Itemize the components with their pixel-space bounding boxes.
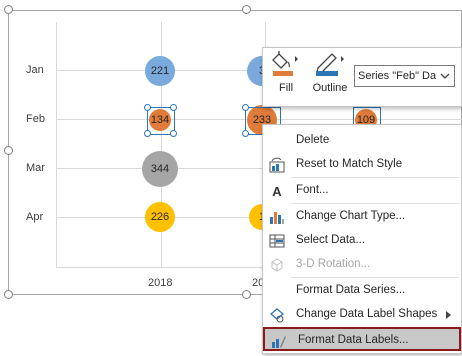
chart-element-select-value: Series "Feb" Da: [358, 70, 437, 82]
selection-handle[interactable]: [170, 104, 177, 111]
menu-item-reset-style[interactable]: Reset to Match Style: [263, 153, 461, 177]
chart-resize-handle[interactable]: [4, 290, 13, 299]
menu-item-3d-rotation: 3-D Rotation...: [263, 253, 461, 277]
y-axis-label: Jan: [26, 64, 44, 76]
chart-element-select[interactable]: Series "Feb" Da: [354, 65, 455, 87]
chart-type-icon: [269, 209, 285, 225]
pen-outline-icon: [316, 53, 344, 76]
menu-item-label: Select Data...: [296, 234, 366, 246]
outline-button[interactable]: Outline: [309, 50, 351, 102]
menu-item-label: Change Chart Type...: [296, 210, 406, 222]
selection-handle[interactable]: [170, 130, 177, 137]
x-axis-label: 2018: [148, 277, 173, 289]
menu-item-label: Reset to Match Style: [296, 158, 403, 170]
menu-item-label: Font...: [296, 184, 329, 196]
menu-item-label: Format Data Series...: [296, 284, 406, 296]
font-icon: A: [272, 183, 282, 199]
menu-separator: [291, 203, 459, 204]
menu-item-font[interactable]: A Font...: [263, 179, 461, 203]
menu-item-select-data[interactable]: Select Data...: [263, 229, 461, 253]
reset-style-icon: [269, 157, 285, 173]
menu-item-label: Format Data Labels...: [298, 334, 409, 346]
chart-resize-handle[interactable]: [242, 5, 251, 14]
bubble[interactable]: 226: [145, 202, 175, 232]
menu-item-label: Change Data Label Shapes: [296, 308, 438, 320]
chart-resize-handle[interactable]: [242, 290, 251, 299]
selection-handle[interactable]: [242, 104, 249, 111]
menu-item-change-chart-type[interactable]: Change Chart Type...: [263, 205, 461, 229]
chart-resize-handle[interactable]: [4, 5, 13, 14]
3d-rotation-icon: [269, 257, 285, 273]
context-menu: Delete Reset to Match Style A Font... Ch…: [262, 124, 462, 354]
y-axis-label: Mar: [26, 162, 45, 174]
format-labels-icon: [271, 333, 287, 349]
fill-label: Fill: [278, 82, 294, 94]
chevron-down-icon[interactable]: [436, 66, 454, 86]
chart-resize-handle[interactable]: [4, 146, 13, 155]
mini-toolbar: Fill Outline Series "Feb" Da: [262, 47, 462, 107]
menu-item-delete[interactable]: Delete: [263, 129, 461, 153]
menu-separator: [291, 277, 459, 278]
menu-separator: [291, 177, 459, 178]
menu-item-change-label-shapes[interactable]: Change Data Label Shapes: [263, 303, 461, 327]
select-data-icon: [269, 233, 285, 249]
selection-handle[interactable]: [144, 104, 151, 111]
menu-item-format-data-series[interactable]: Format Data Series...: [263, 279, 461, 303]
submenu-arrow-icon: [446, 310, 451, 322]
menu-item-format-data-labels[interactable]: Format Data Labels...: [263, 327, 461, 351]
bubble[interactable]: 344: [142, 151, 178, 187]
menu-item-label: 3-D Rotation...: [296, 258, 371, 270]
y-axis-label: Feb: [26, 113, 45, 125]
fill-button[interactable]: Fill: [271, 50, 301, 102]
label-shapes-icon: [269, 307, 285, 323]
y-axis-label: Apr: [26, 211, 44, 223]
menu-item-label: Delete: [296, 134, 330, 146]
selection-handle[interactable]: [242, 130, 249, 137]
outline-label: Outline: [312, 82, 348, 94]
bubble[interactable]: 221: [145, 56, 175, 86]
selection-handle[interactable]: [144, 130, 151, 137]
paint-bucket-icon: [272, 51, 298, 76]
